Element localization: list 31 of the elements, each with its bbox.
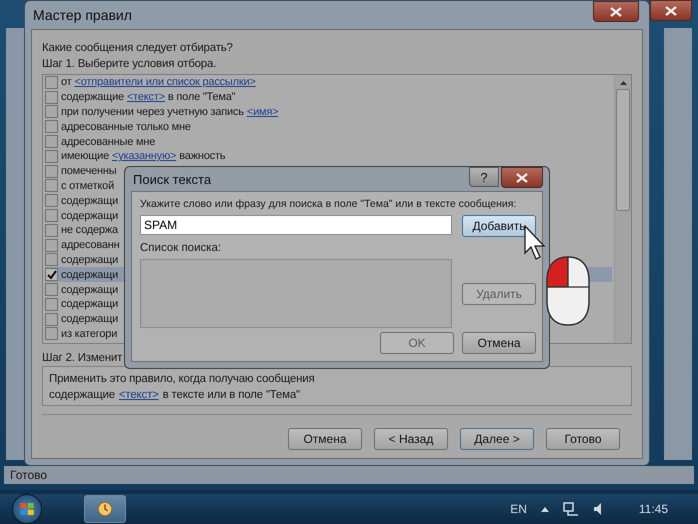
condition-text: не содержа bbox=[61, 224, 118, 236]
status-text: Готово bbox=[10, 468, 48, 482]
condition-text: содержащи bbox=[61, 298, 118, 310]
condition-text: содержащи bbox=[61, 194, 118, 207]
condition-text: с отметкой bbox=[61, 180, 114, 192]
condition-text: содержащи bbox=[61, 254, 118, 266]
condition-text: содержащи bbox=[61, 268, 118, 281]
step-label: Шаг 1. Выберите условия отбора. bbox=[42, 57, 218, 72]
condition-text: важность bbox=[179, 150, 226, 162]
condition-text: помеченны bbox=[61, 165, 116, 178]
condition-text: адресованн bbox=[61, 239, 120, 252]
condition-text: имеющие bbox=[61, 150, 109, 162]
condition-text: от bbox=[61, 76, 72, 88]
condition-text: в поле "Тема" bbox=[168, 91, 236, 104]
condition-text: содержащи bbox=[61, 284, 118, 296]
condition-text: содержащие bbox=[61, 91, 124, 104]
condition-text: содержащи bbox=[61, 210, 118, 222]
prompt-text: Укажите слово или фразу для поиска в поле "Тема" или в тексте сообщения: bbox=[140, 197, 518, 211]
condition-text: содержащи bbox=[61, 313, 118, 326]
condition-text: содержащие bbox=[49, 388, 115, 403]
question-text: Какие сообщения следует отбирать? bbox=[42, 41, 234, 56]
condition-text: из категори bbox=[61, 328, 118, 340]
condition-text: адресованные мне bbox=[61, 136, 156, 148]
condition-text: Применить это правило, когда получаю сообщения bbox=[49, 372, 314, 387]
dialog-title: Поиск текста bbox=[133, 172, 212, 186]
window-title: Мастер правил bbox=[33, 7, 132, 23]
condition-text: в тексте или в поле "Тема" bbox=[162, 388, 300, 403]
step-label: Шаг 2. Изменит bbox=[42, 351, 124, 366]
condition-text: адресованные только мне bbox=[61, 120, 191, 133]
list-label: Список поиска: bbox=[140, 241, 222, 255]
condition-text: при получении через учетную запись bbox=[61, 106, 244, 118]
